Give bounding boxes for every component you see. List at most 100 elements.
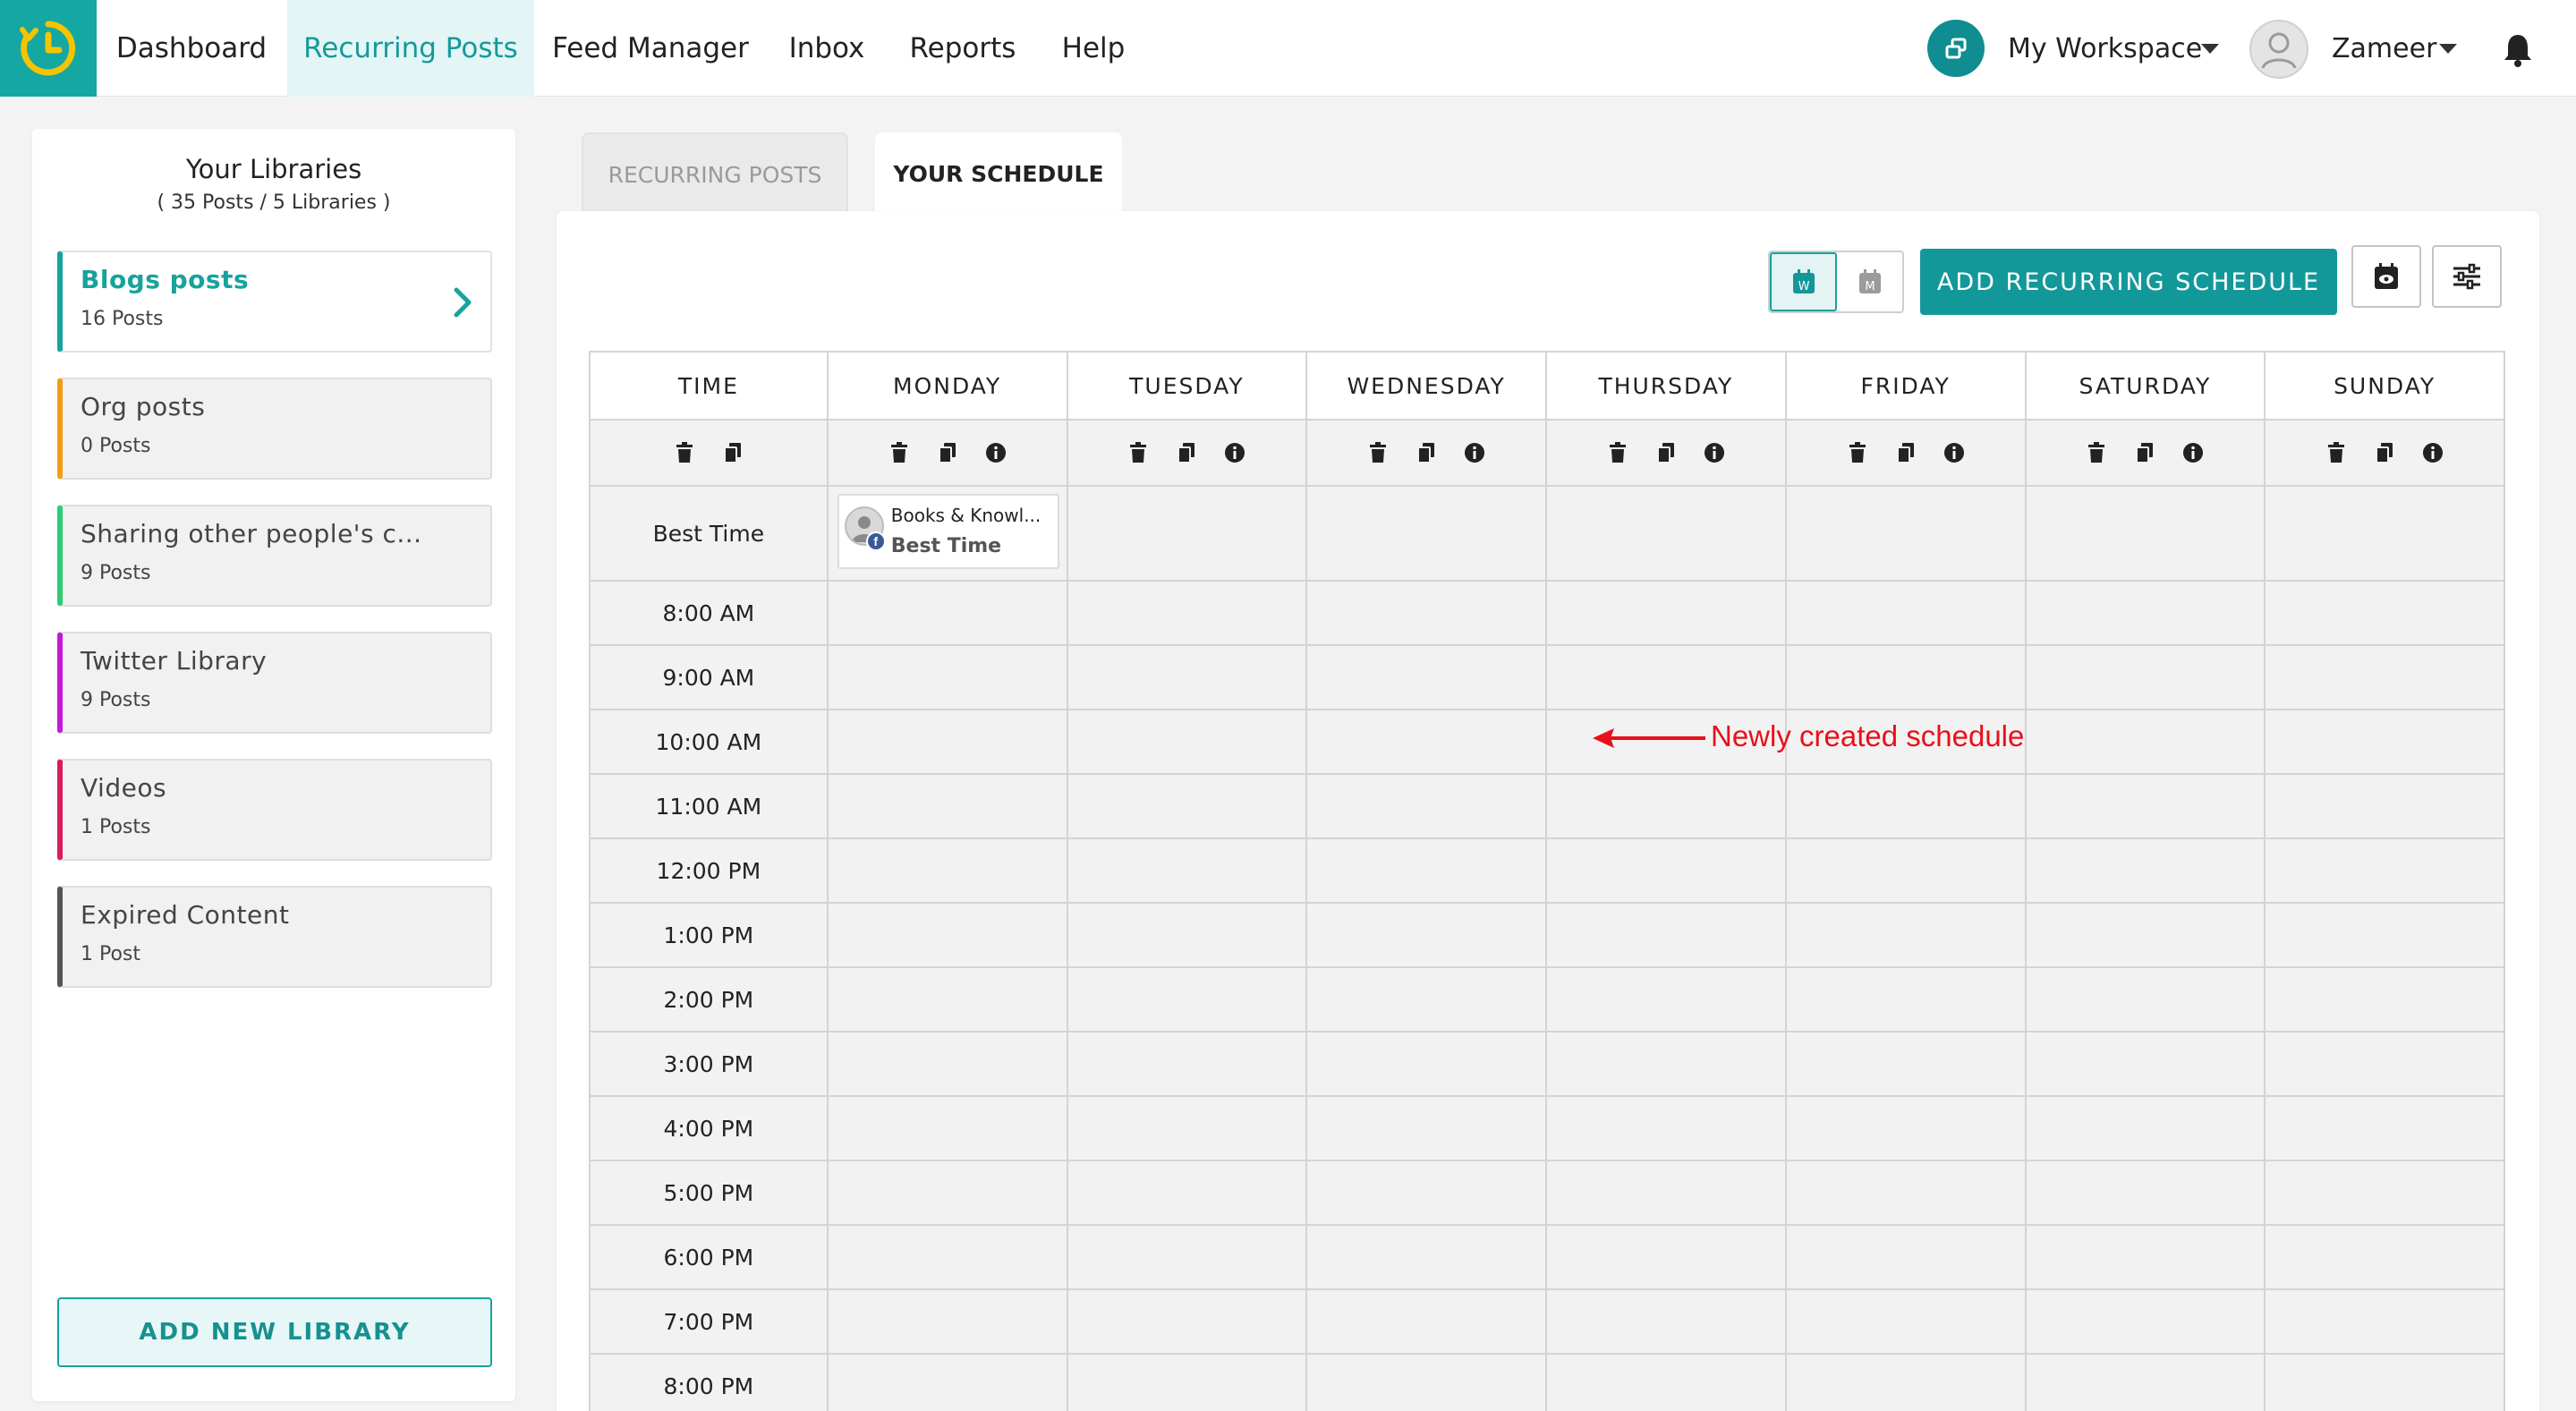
time-slot-friday[interactable] — [1786, 1226, 2027, 1290]
time-slot-wednesday[interactable] — [1307, 1161, 1547, 1226]
user-menu[interactable]: Zameer — [2332, 0, 2436, 97]
time-slot-tuesday[interactable] — [1067, 1161, 1308, 1226]
time-slot-sunday[interactable] — [2266, 1097, 2505, 1161]
time-slot-friday[interactable] — [1786, 775, 2027, 839]
info-icon[interactable] — [1464, 441, 1485, 464]
library-item-twitter[interactable]: Twitter Library 9 Posts — [57, 632, 492, 734]
time-slot-thursday[interactable] — [1547, 1355, 1787, 1411]
time-slot-saturday[interactable] — [2026, 710, 2266, 775]
info-icon[interactable] — [985, 441, 1007, 464]
time-slot-thursday[interactable] — [1547, 904, 1787, 968]
time-slot-wednesday[interactable] — [1307, 646, 1547, 710]
trash-icon[interactable] — [674, 441, 695, 464]
tab-your-schedule[interactable]: YOUR SCHEDULE — [875, 132, 1122, 215]
time-slot-tuesday[interactable] — [1067, 646, 1308, 710]
time-slot-sunday[interactable] — [2266, 968, 2505, 1033]
time-slot-saturday[interactable] — [2026, 1290, 2266, 1355]
time-slot-tuesday[interactable] — [1067, 1033, 1308, 1097]
library-item-blogs-posts[interactable]: Blogs posts 16 Posts — [57, 251, 492, 353]
time-slot-friday[interactable] — [1786, 1290, 2027, 1355]
copy-icon[interactable] — [722, 441, 744, 464]
best-time-slot-saturday[interactable] — [2026, 487, 2266, 582]
nav-feed-manager[interactable]: Feed Manager — [548, 0, 753, 97]
nav-reports[interactable]: Reports — [898, 0, 1027, 97]
time-slot-thursday[interactable] — [1547, 775, 1787, 839]
time-slot-sunday[interactable] — [2266, 1290, 2505, 1355]
time-slot-saturday[interactable] — [2026, 1226, 2266, 1290]
time-slot-friday[interactable] — [1786, 839, 2027, 904]
month-view-button[interactable]: M — [1837, 252, 1902, 311]
time-slot-thursday[interactable] — [1547, 1226, 1787, 1290]
copy-icon[interactable] — [2134, 441, 2155, 464]
time-slot-friday[interactable] — [1786, 1161, 2027, 1226]
time-slot-friday[interactable] — [1786, 1033, 2027, 1097]
copy-icon[interactable] — [1176, 441, 1197, 464]
copy-icon[interactable] — [937, 441, 958, 464]
trash-icon[interactable] — [1847, 441, 1868, 464]
time-slot-tuesday[interactable] — [1067, 775, 1308, 839]
time-slot-thursday[interactable] — [1547, 1097, 1787, 1161]
tab-recurring-posts[interactable]: RECURRING POSTS — [582, 132, 848, 215]
copy-icon[interactable] — [2374, 441, 2395, 464]
time-slot-friday[interactable] — [1786, 1355, 2027, 1411]
user-caret-down-icon[interactable] — [2439, 44, 2457, 54]
time-slot-wednesday[interactable] — [1307, 1226, 1547, 1290]
info-icon[interactable] — [1704, 441, 1725, 464]
trash-icon[interactable] — [1607, 441, 1628, 464]
time-slot-sunday[interactable] — [2266, 646, 2505, 710]
time-slot-sunday[interactable] — [2266, 904, 2505, 968]
time-slot-friday[interactable] — [1786, 582, 2027, 646]
best-time-slot-thursday[interactable] — [1547, 487, 1787, 582]
info-icon[interactable] — [1224, 441, 1245, 464]
time-slot-saturday[interactable] — [2026, 968, 2266, 1033]
time-slot-monday[interactable] — [828, 1226, 1068, 1290]
time-slot-monday[interactable] — [828, 646, 1068, 710]
time-slot-tuesday[interactable] — [1067, 968, 1308, 1033]
time-slot-sunday[interactable] — [2266, 582, 2505, 646]
time-slot-monday[interactable] — [828, 1033, 1068, 1097]
time-slot-saturday[interactable] — [2026, 1355, 2266, 1411]
time-slot-monday[interactable] — [828, 1097, 1068, 1161]
trash-icon[interactable] — [1367, 441, 1389, 464]
nav-recurring-posts[interactable]: Recurring Posts — [287, 0, 534, 97]
copy-icon[interactable] — [1655, 441, 1677, 464]
time-slot-thursday[interactable] — [1547, 968, 1787, 1033]
time-slot-wednesday[interactable] — [1307, 710, 1547, 775]
info-icon[interactable] — [1943, 441, 1965, 464]
time-slot-saturday[interactable] — [2026, 904, 2266, 968]
add-new-library-button[interactable]: ADD NEW LIBRARY — [57, 1297, 492, 1367]
library-item-videos[interactable]: Videos 1 Posts — [57, 759, 492, 861]
best-time-slot-tuesday[interactable] — [1067, 487, 1308, 582]
trash-icon[interactable] — [2325, 441, 2347, 464]
time-slot-tuesday[interactable] — [1067, 1355, 1308, 1411]
library-item-sharing[interactable]: Sharing other people's c... 9 Posts — [57, 505, 492, 607]
nav-inbox[interactable]: Inbox — [775, 0, 879, 97]
trash-icon[interactable] — [888, 441, 910, 464]
workspace-caret-down-icon[interactable] — [2201, 44, 2219, 54]
time-slot-wednesday[interactable] — [1307, 904, 1547, 968]
info-icon[interactable] — [2422, 441, 2444, 464]
trash-icon[interactable] — [1127, 441, 1149, 464]
time-slot-thursday[interactable] — [1547, 1033, 1787, 1097]
time-slot-sunday[interactable] — [2266, 839, 2505, 904]
user-avatar[interactable] — [2249, 20, 2308, 79]
time-slot-thursday[interactable] — [1547, 1290, 1787, 1355]
time-slot-sunday[interactable] — [2266, 1355, 2505, 1411]
nav-dashboard[interactable]: Dashboard — [106, 0, 277, 97]
time-slot-monday[interactable] — [828, 839, 1068, 904]
time-slot-sunday[interactable] — [2266, 775, 2505, 839]
time-slot-sunday[interactable] — [2266, 1226, 2505, 1290]
time-slot-wednesday[interactable] — [1307, 968, 1547, 1033]
add-recurring-schedule-button[interactable]: ADD RECURRING SCHEDULE — [1920, 249, 2337, 315]
best-time-slot-wednesday[interactable] — [1307, 487, 1547, 582]
time-slot-saturday[interactable] — [2026, 1033, 2266, 1097]
filter-settings-button[interactable] — [2432, 245, 2502, 308]
time-slot-monday[interactable] — [828, 1290, 1068, 1355]
time-slot-monday[interactable] — [828, 968, 1068, 1033]
calendar-preview-button[interactable] — [2351, 245, 2421, 308]
time-slot-tuesday[interactable] — [1067, 839, 1308, 904]
time-slot-saturday[interactable] — [2026, 775, 2266, 839]
time-slot-friday[interactable] — [1786, 904, 2027, 968]
time-slot-monday[interactable] — [828, 710, 1068, 775]
copy-icon[interactable] — [1416, 441, 1437, 464]
